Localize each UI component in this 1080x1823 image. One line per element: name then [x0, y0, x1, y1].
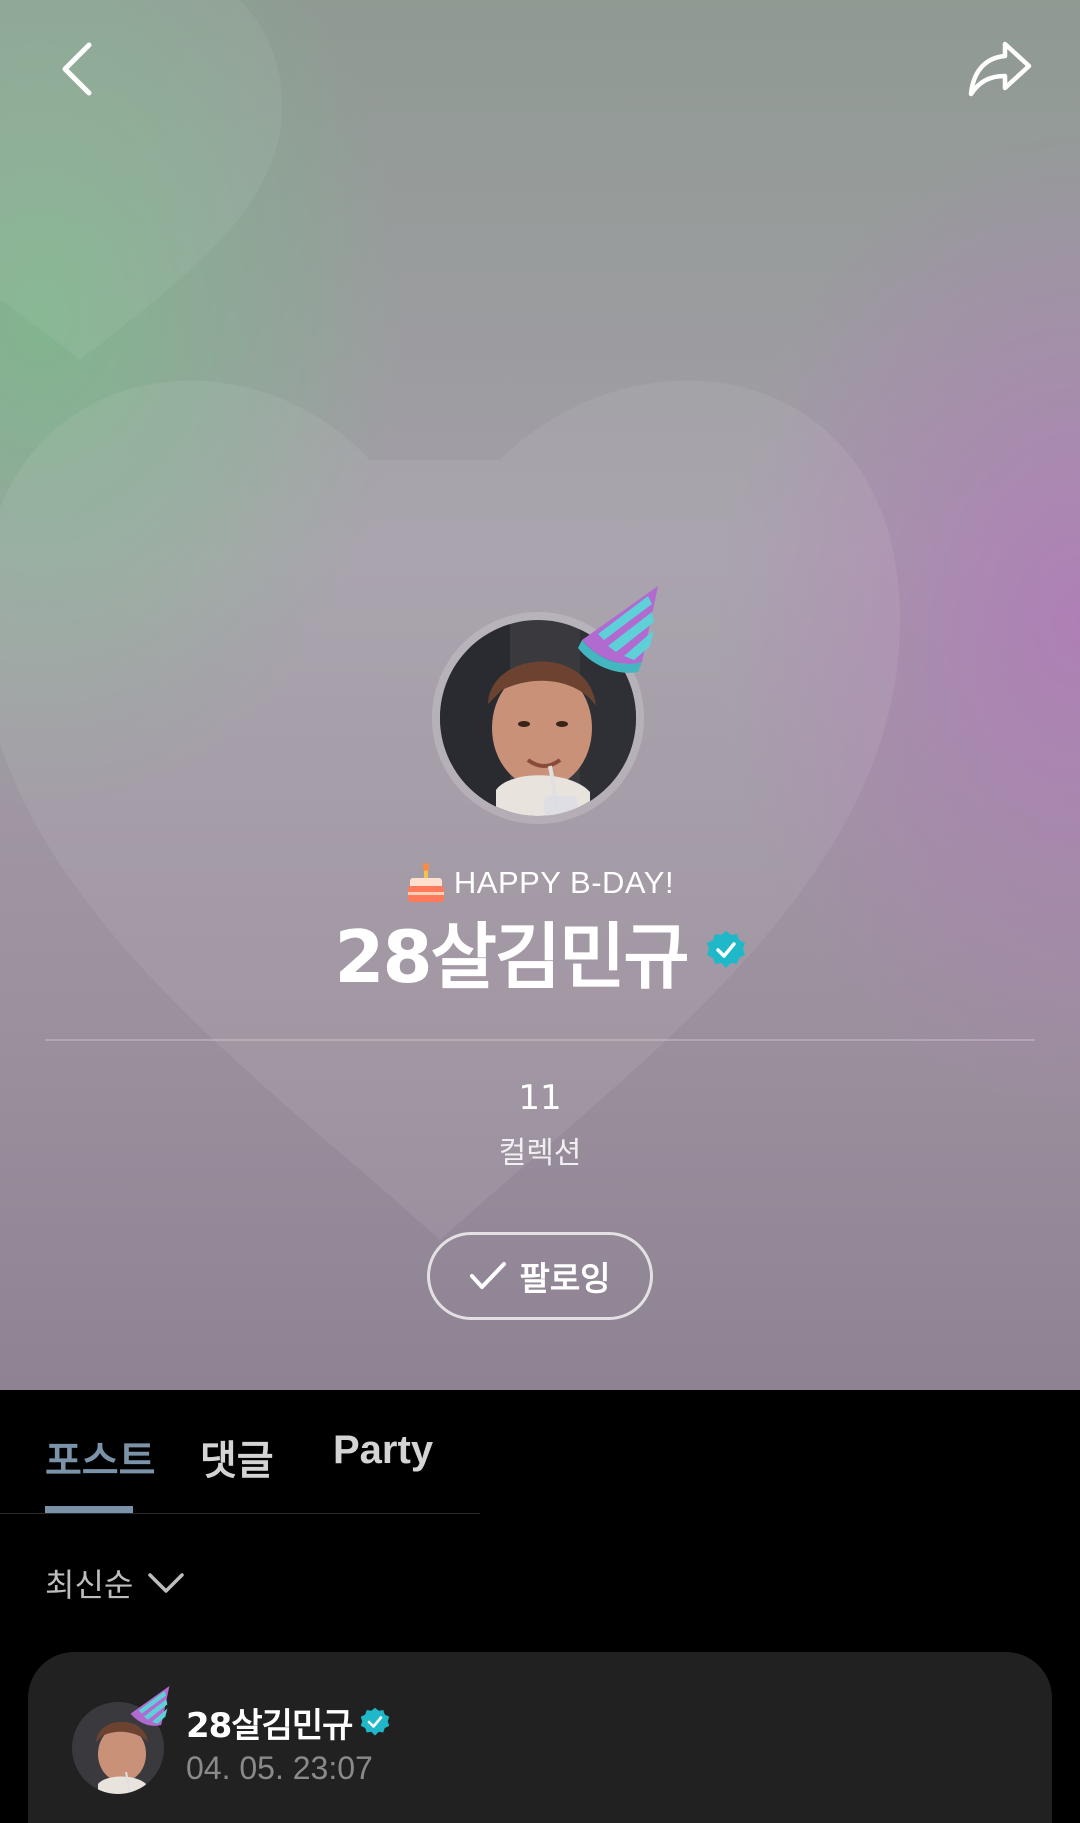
party-hat-icon — [578, 586, 658, 673]
tab-comments[interactable]: 댓글 — [200, 1428, 274, 1486]
collections-label[interactable]: 컬렉션 — [0, 1128, 1080, 1172]
check-icon — [470, 1262, 507, 1289]
profile-name-row: 28살김민규 — [0, 905, 1080, 999]
post-author-row[interactable]: 28살김민규 — [186, 1697, 390, 1747]
post-card[interactable] — [28, 1652, 1052, 1823]
following-button[interactable]: 팔로잉 — [427, 1232, 653, 1320]
active-tab-indicator — [45, 1506, 133, 1513]
sort-label: 최신순 — [45, 1566, 134, 1604]
chevron-down-icon — [148, 1573, 185, 1593]
birthday-text: HAPPY B-DAY! — [453, 865, 675, 900]
verified-badge-icon — [706, 931, 745, 968]
hero-divider — [45, 1039, 1035, 1041]
profile-name: 28살김민규 — [334, 914, 689, 999]
back-button[interactable] — [32, 24, 122, 114]
following-label: 팔로잉 — [519, 1259, 611, 1298]
chevron-left-icon — [62, 42, 92, 96]
profile-page: HAPPY B-DAY! 28살김민규 11 컬렉션 팔로잉 포스트 댓글 Pa… — [0, 0, 1080, 1823]
content-tabs: 포스트 댓글 Party — [0, 1390, 1080, 1514]
profile-hero: HAPPY B-DAY! 28살김민규 11 컬렉션 팔로잉 — [0, 0, 1080, 1390]
tabs-divider — [0, 1513, 480, 1514]
verified-badge-icon — [361, 1707, 390, 1736]
collections-count[interactable]: 11 — [0, 1078, 1080, 1118]
sort-dropdown[interactable]: 최신순 — [45, 1558, 185, 1608]
share-arrow-icon — [968, 41, 1032, 97]
share-button[interactable] — [955, 24, 1045, 114]
post-party-hat-icon — [130, 1686, 170, 1726]
tab-posts[interactable]: 포스트 — [45, 1428, 155, 1486]
post-timestamp: 04. 05. 23:07 — [186, 1750, 373, 1786]
tab-party[interactable]: Party — [333, 1428, 433, 1473]
post-author-name: 28살김민규 — [186, 1705, 353, 1746]
